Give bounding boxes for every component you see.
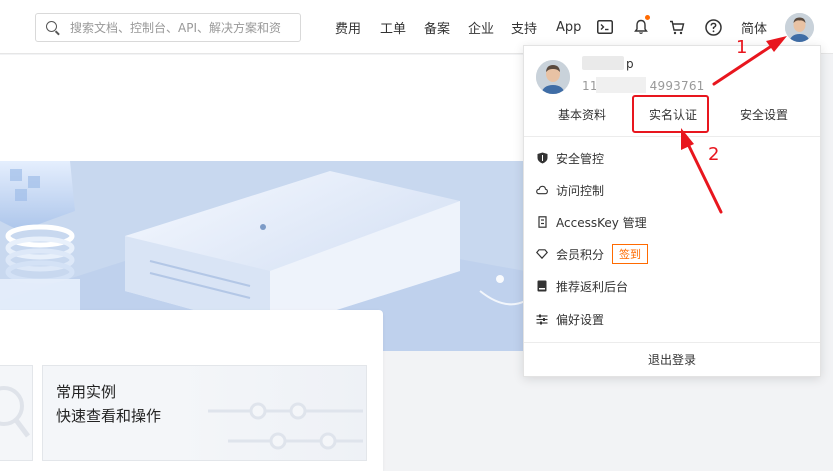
card-subtitle: 快速查看和操作	[56, 407, 162, 425]
menu-item-accesskey[interactable]: AccessKey 管理	[536, 212, 647, 232]
nav-item-fees[interactable]: 费用	[335, 0, 361, 54]
card-title: 常用实例	[56, 383, 117, 401]
account-id-redacted	[596, 77, 646, 93]
avatar[interactable]	[785, 13, 814, 42]
search-icon	[46, 21, 57, 32]
logout-button[interactable]: 退出登录	[524, 351, 820, 368]
menu-item-security-control[interactable]: 安全管控	[536, 148, 604, 168]
cloud-icon	[536, 184, 548, 196]
sliders-icon	[536, 313, 548, 325]
menu-item-member-points[interactable]: 会员积分 签到	[536, 244, 649, 264]
nav-item-filing[interactable]: 备案	[424, 0, 450, 54]
nav-item-tickets[interactable]: 工单	[380, 0, 406, 54]
divider	[524, 342, 820, 343]
annotation-step-2: 2	[708, 144, 720, 165]
help-icon[interactable]	[703, 17, 723, 37]
shield-icon	[536, 152, 548, 164]
tab-security-settings[interactable]: 安全设置	[740, 106, 788, 123]
check-in-badge[interactable]: 签到	[612, 244, 649, 264]
dropdown-avatar	[536, 60, 570, 94]
card-decoration	[208, 402, 363, 450]
cart-icon[interactable]	[667, 17, 687, 37]
highlight-box	[632, 95, 709, 133]
nav-item-enterprise[interactable]: 企业	[468, 0, 494, 54]
key-icon	[536, 216, 548, 228]
notification-dot	[645, 15, 650, 20]
diamond-icon	[536, 248, 548, 260]
username: p	[626, 57, 634, 71]
menu-item-referral[interactable]: 推荐返利后台	[536, 276, 628, 296]
tab-basic-info[interactable]: 基本资料	[558, 106, 606, 123]
card-bottom-strip	[42, 465, 367, 471]
bell-icon[interactable]	[631, 15, 651, 37]
card-partial[interactable]	[0, 365, 33, 461]
menu-item-access-control[interactable]: 访问控制	[536, 180, 604, 200]
menu-item-preferences[interactable]: 偏好设置	[536, 309, 604, 329]
search-input[interactable]	[70, 19, 295, 37]
annotation-step-1: 1	[736, 37, 748, 58]
divider	[524, 136, 820, 137]
terminal-icon[interactable]	[595, 17, 615, 37]
search-box[interactable]	[35, 13, 301, 42]
username-redacted	[582, 56, 624, 70]
book-icon	[536, 280, 548, 292]
common-instances-card[interactable]: 常用实例 快速查看和操作	[42, 365, 367, 461]
page-header-area	[0, 55, 525, 161]
